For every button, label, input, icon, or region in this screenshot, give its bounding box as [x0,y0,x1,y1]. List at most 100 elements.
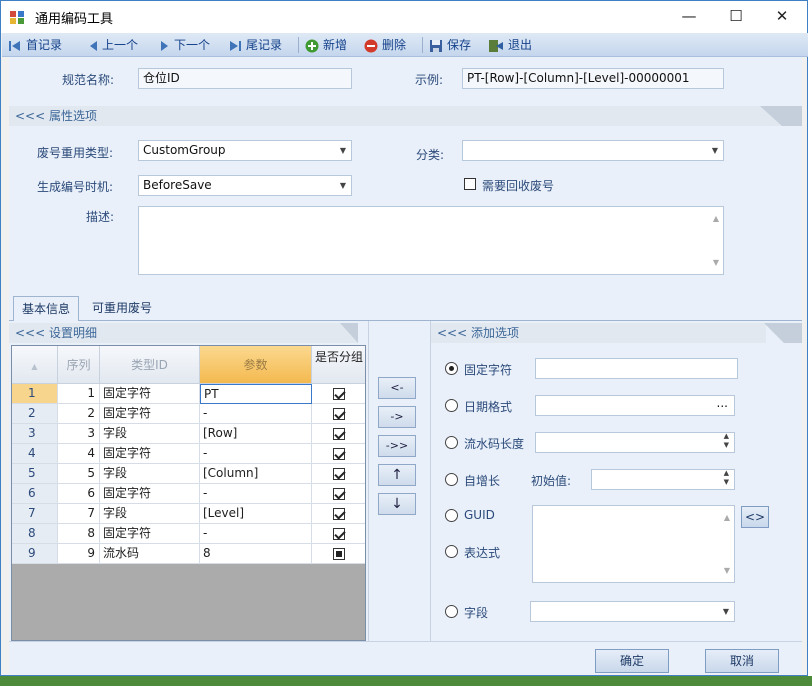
spinner-arrows-icon[interactable]: ▲ ▼ [724,470,729,487]
radio-date-format[interactable] [445,399,458,412]
cancel-button[interactable]: 取消 [705,649,779,673]
cell-param[interactable]: 8 [200,544,312,564]
group-checkbox[interactable] [333,407,345,420]
table-row[interactable]: 2 2 固定字符 - [12,404,365,424]
group-checkbox[interactable] [333,487,345,500]
props-section-bar[interactable]: <<< 属性选项 [9,106,782,126]
cell-group[interactable] [312,384,365,404]
cell-seq[interactable]: 1 [58,384,100,404]
radio-guid[interactable] [445,509,458,522]
row-header[interactable]: 6 [12,484,58,504]
cell-type[interactable]: 固定字符 [100,444,200,464]
maximize-button[interactable]: ☐ [713,1,759,32]
cell-param[interactable]: - [200,524,312,544]
cell-param[interactable]: [Column] [200,464,312,484]
cell-param[interactable]: [Row] [200,424,312,444]
move-left-button[interactable]: <- [378,377,416,399]
cell-seq[interactable]: 4 [58,444,100,464]
row-header[interactable]: 4 [12,444,58,464]
add-button[interactable]: 新增 [305,35,347,55]
row-header[interactable]: 7 [12,504,58,524]
cell-group[interactable] [312,464,365,484]
first-record-button[interactable]: 首记录 [8,35,62,55]
description-textarea[interactable]: ▲ ▼ [138,206,724,275]
prev-record-button[interactable]: 上一个 [88,35,138,55]
radio-field[interactable] [445,605,458,618]
cell-type[interactable]: 字段 [100,504,200,524]
scroll-down-icon[interactable]: ▼ [713,253,719,272]
next-record-button[interactable]: 下一个 [160,35,210,55]
cell-seq[interactable]: 6 [58,484,100,504]
radio-serial-length[interactable] [445,436,458,449]
group-checkbox[interactable] [333,427,345,440]
cell-seq[interactable]: 2 [58,404,100,424]
cell-param[interactable]: PT [200,384,312,404]
move-right-button[interactable]: -> [378,406,416,428]
tab-reusable-numbers[interactable]: 可重用废号 [84,296,160,321]
expression-textarea[interactable]: ▲ ▼ [532,505,735,583]
radio-expression[interactable] [445,545,458,558]
scroll-down-icon[interactable]: ▼ [724,561,730,580]
group-checkbox[interactable] [333,447,345,460]
ok-button[interactable]: 确定 [595,649,669,673]
cell-param[interactable]: [Level] [200,504,312,524]
cell-type[interactable]: 固定字符 [100,384,200,404]
cell-type[interactable]: 固定字符 [100,484,200,504]
detail-section-bar[interactable]: <<< 设置明细 [9,323,358,343]
row-header[interactable]: 3 [12,424,58,444]
cell-seq[interactable]: 5 [58,464,100,484]
cell-seq[interactable]: 8 [58,524,100,544]
expression-editor-button[interactable]: <> [741,506,769,528]
row-header[interactable]: 9 [12,544,58,564]
delete-button[interactable]: 删除 [364,35,406,55]
move-up-button[interactable]: ↑ [378,464,416,486]
cell-type[interactable]: 固定字符 [100,524,200,544]
table-row[interactable]: 9 9 流水码 8 [12,544,365,564]
radio-auto-increment[interactable] [445,473,458,486]
cell-type[interactable]: 字段 [100,424,200,444]
group-checkbox[interactable] [333,387,345,400]
last-record-button[interactable]: 尾记录 [228,35,282,55]
cell-group[interactable] [312,404,365,424]
cell-param[interactable]: - [200,484,312,504]
cell-param[interactable]: - [200,444,312,464]
column-header-param[interactable]: 参数 [200,346,312,384]
table-row[interactable]: 1 1 固定字符 PT [12,384,365,404]
gen-timing-select[interactable]: BeforeSave ▼ [138,175,352,196]
table-row[interactable]: 5 5 字段 [Column] [12,464,365,484]
example-field[interactable]: PT-[Row]-[Column]-[Level]-00000001 [462,68,724,89]
tab-basic-info[interactable]: 基本信息 [13,296,80,321]
cell-group[interactable] [312,444,365,464]
table-row[interactable]: 3 3 字段 [Row] [12,424,365,444]
row-header[interactable]: 5 [12,464,58,484]
cell-group[interactable] [312,484,365,504]
recycle-checkbox[interactable] [464,178,476,190]
cell-group[interactable] [312,424,365,444]
cell-seq[interactable]: 3 [58,424,100,444]
cell-group[interactable] [312,544,365,564]
table-row[interactable]: 4 4 固定字符 - [12,444,365,464]
detail-grid[interactable]: ▲ 序列 类型ID 参数 是否分组 1 1 固定字符 PT 2 2 固定字符 -3 3 字段 [Ro… [11,345,366,641]
move-down-button[interactable]: ↓ [378,493,416,515]
close-button[interactable]: ✕ [759,1,805,32]
group-checkbox[interactable] [333,527,345,540]
scroll-up-icon[interactable]: ▲ [724,508,730,527]
move-all-right-button[interactable]: ->> [378,435,416,457]
scroll-up-icon[interactable]: ▲ [713,209,719,228]
date-format-picker-button[interactable]: ... [717,396,728,413]
options-section-bar[interactable]: <<< 添加选项 [431,323,766,343]
table-row[interactable]: 7 7 字段 [Level] [12,504,365,524]
cell-param[interactable]: - [200,404,312,424]
column-header-group[interactable]: 是否分组 [312,346,365,384]
cell-type[interactable]: 流水码 [100,544,200,564]
save-button[interactable]: 保存 [429,35,471,55]
spinner-arrows-icon[interactable]: ▲ ▼ [724,433,729,450]
group-checkbox[interactable] [333,467,345,480]
spec-name-field[interactable]: 仓位ID [138,68,352,89]
fixed-chars-input[interactable] [535,358,738,379]
radio-fixed-chars[interactable] [445,362,458,375]
column-header-seq[interactable]: 序列 [58,346,100,384]
row-header[interactable]: 8 [12,524,58,544]
group-checkbox[interactable] [333,507,345,520]
table-row[interactable]: 6 6 固定字符 - [12,484,365,504]
